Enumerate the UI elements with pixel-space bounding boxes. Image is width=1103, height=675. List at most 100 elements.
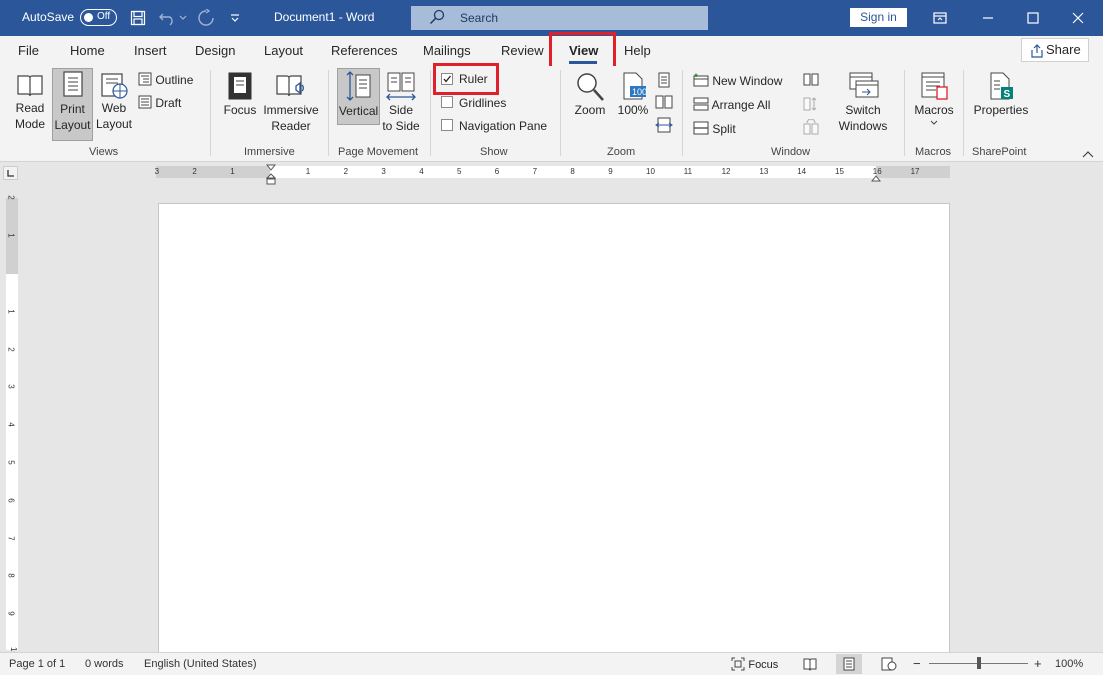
page-width-icon[interactable]: [655, 117, 673, 136]
read-mode-view-icon[interactable]: [803, 657, 817, 674]
ruler-number: 7: [6, 535, 16, 541]
print-layout-view-button[interactable]: [836, 654, 862, 674]
web-layout-icon: [101, 73, 128, 99]
macros-label: Macros: [914, 103, 954, 117]
focus-button[interactable]: Focus: [220, 70, 260, 124]
right-indent-marker[interactable]: [870, 172, 882, 186]
zoom-button[interactable]: Zoom: [569, 70, 611, 124]
read-mode-button[interactable]: Read Mode: [8, 70, 52, 140]
multiple-pages-icon[interactable]: [655, 95, 673, 112]
collapse-ribbon-icon[interactable]: [1082, 147, 1094, 158]
tab-layout[interactable]: Layout: [264, 43, 303, 58]
web-layout-button[interactable]: Web Layout: [94, 70, 134, 140]
ruler-number: 5: [6, 460, 16, 465]
group-separator: [210, 70, 211, 156]
tab-file[interactable]: File: [18, 43, 39, 58]
tab-design[interactable]: Design: [195, 43, 235, 58]
ruler-number: 11: [683, 167, 693, 176]
language-indicator[interactable]: English (United States): [144, 658, 257, 670]
group-separator: [560, 70, 561, 156]
arrange-all-button[interactable]: Arrange All: [693, 97, 770, 112]
new-window-button[interactable]: New Window: [693, 73, 782, 88]
share-button[interactable]: Share: [1021, 38, 1089, 62]
indent-markers[interactable]: [265, 164, 277, 189]
gridlines-label[interactable]: Gridlines: [459, 96, 506, 110]
group-separator: [328, 70, 329, 156]
print-layout-label: Print Layout: [54, 102, 91, 132]
tab-home[interactable]: Home: [70, 43, 105, 58]
document-page[interactable]: [158, 203, 950, 653]
synchronous-scrolling-icon[interactable]: [803, 96, 819, 115]
sign-in-button[interactable]: Sign in: [850, 8, 907, 27]
zoom-100-button[interactable]: 100 100%: [614, 70, 652, 124]
navigation-pane-checkbox[interactable]: [441, 119, 453, 131]
maximize-icon[interactable]: [1023, 8, 1043, 28]
close-icon[interactable]: [1068, 8, 1088, 28]
page-100-icon: 100: [623, 72, 647, 100]
tab-review[interactable]: Review: [501, 43, 544, 58]
tab-insert[interactable]: Insert: [134, 43, 167, 58]
arrange-all-label: Arrange All: [711, 98, 771, 112]
vertical-button[interactable]: Vertical: [337, 68, 380, 125]
vertical-ruler[interactable]: 2112345678910: [6, 195, 18, 656]
minimize-icon[interactable]: [978, 8, 998, 28]
ribbon-display-options-icon[interactable]: [930, 8, 950, 28]
search-placeholder: Search: [460, 11, 499, 25]
view-side-by-side-icon[interactable]: [803, 73, 819, 90]
zoom-slider-thumb[interactable]: [977, 657, 981, 669]
share-label: Share: [1046, 42, 1081, 57]
side-to-side-button[interactable]: Side to Side: [382, 70, 420, 140]
tab-help[interactable]: Help: [624, 43, 651, 58]
redo-icon[interactable]: [196, 8, 216, 28]
zoom-label: Zoom: [574, 103, 606, 117]
autosave-state: Off: [97, 11, 111, 22]
ruler-number: 9: [6, 611, 16, 616]
zoom-100-label: 100%: [617, 103, 649, 117]
gridlines-checkbox[interactable]: [441, 96, 453, 108]
vertical-label: Vertical: [338, 104, 379, 118]
page-count[interactable]: Page 1 of 1: [9, 658, 65, 670]
autosave-toggle[interactable]: Off: [80, 9, 117, 26]
outline-button[interactable]: Outline: [138, 72, 193, 87]
word-count[interactable]: 0 words: [85, 658, 124, 670]
zoom-in-button[interactable]: +: [1034, 656, 1042, 671]
immersive-reader-icon: [276, 75, 304, 97]
split-button[interactable]: Split: [693, 121, 736, 136]
properties-button[interactable]: S Properties: [969, 70, 1033, 124]
focus-icon: [731, 657, 745, 671]
one-page-icon[interactable]: [657, 72, 671, 91]
outline-icon: [138, 72, 152, 86]
side-to-side-icon: [386, 72, 416, 101]
ruler-number: 12: [721, 167, 731, 176]
web-layout-view-icon[interactable]: [881, 657, 897, 674]
ruler-number: 1: [305, 167, 311, 176]
save-icon[interactable]: [128, 8, 148, 28]
ruler-number: 1: [6, 309, 16, 314]
print-layout-icon: [62, 71, 83, 97]
zoom-out-button[interactable]: −: [913, 656, 921, 671]
focus-mode-button[interactable]: Focus: [731, 657, 778, 671]
ruler-number: 3: [154, 167, 160, 176]
undo-dropdown-icon[interactable]: [177, 8, 189, 28]
tab-references[interactable]: References: [331, 43, 397, 58]
ruler-number: 6: [6, 498, 16, 503]
tab-mailings[interactable]: Mailings: [423, 43, 471, 58]
print-layout-button[interactable]: Print Layout: [52, 68, 93, 141]
ruler-number: 2: [6, 195, 16, 201]
tab-selector[interactable]: [3, 166, 18, 180]
group-separator: [430, 70, 431, 156]
customize-qat-icon[interactable]: [225, 8, 245, 28]
switch-windows-button[interactable]: Switch Windows: [830, 70, 896, 140]
draft-button[interactable]: Draft: [138, 95, 181, 110]
navigation-pane-label[interactable]: Navigation Pane: [459, 119, 547, 133]
zoom-level[interactable]: 100%: [1055, 658, 1083, 670]
read-mode-icon: [17, 75, 43, 97]
reset-window-position-icon[interactable]: [803, 118, 819, 138]
undo-icon[interactable]: [158, 8, 178, 28]
immersive-reader-label: Immersive Reader: [263, 103, 319, 133]
ruler-number: 15: [835, 167, 844, 176]
macros-button[interactable]: Macros: [910, 70, 958, 140]
immersive-reader-button[interactable]: Immersive Reader: [261, 70, 321, 140]
search-box[interactable]: Search: [411, 6, 708, 30]
draft-label: Draft: [155, 96, 182, 110]
